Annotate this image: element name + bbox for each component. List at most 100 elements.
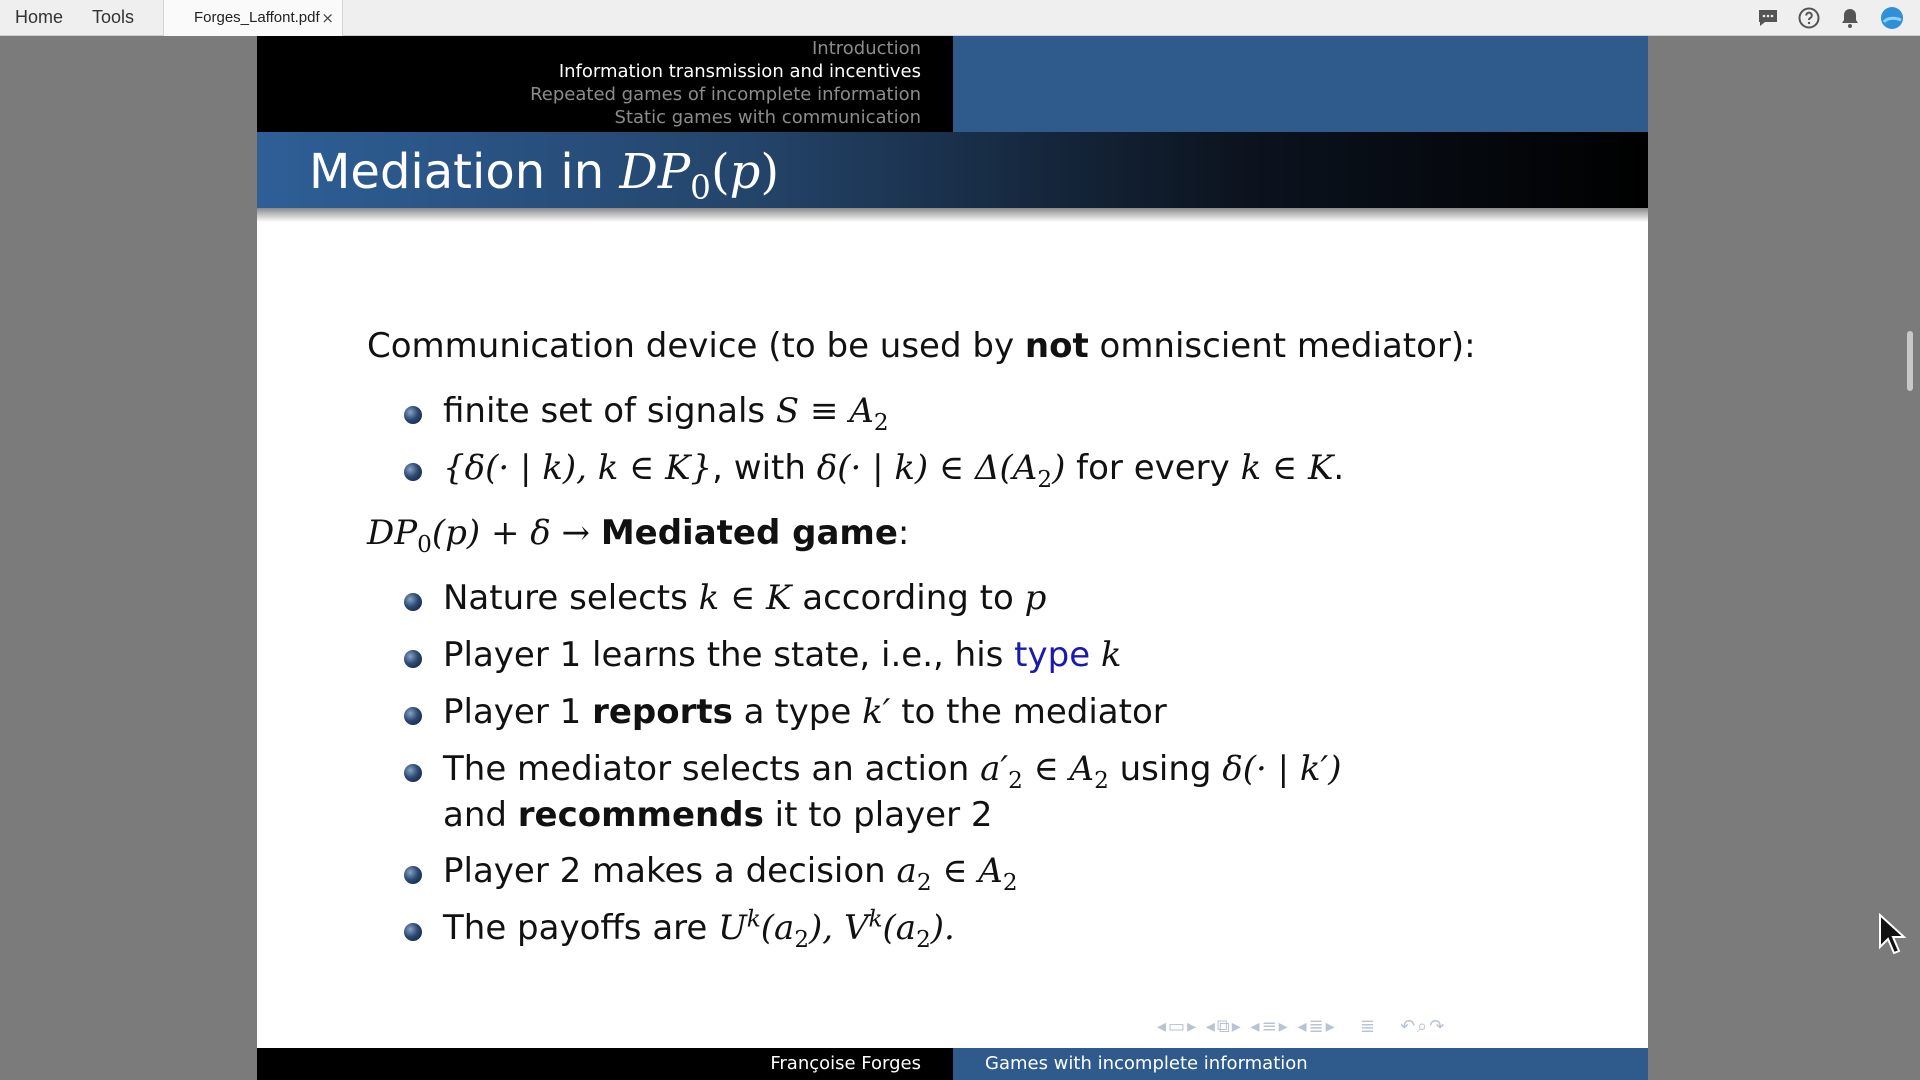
m2-math-k: k — [1090, 635, 1122, 675]
m5-math-in: ∈ A — [931, 851, 1003, 891]
section-introduction[interactable]: Introduction — [812, 38, 921, 60]
m1-text-c: according to — [791, 578, 1025, 618]
list-item: The mediator selects an action a′2 ∈ A2 … — [443, 749, 1342, 792]
m6-math-U: U — [718, 908, 747, 948]
section-repeated-games[interactable]: Repeated games of incomplete information — [530, 84, 921, 106]
cursor-icon — [1879, 913, 1907, 955]
nav-tools[interactable]: Tools — [92, 0, 134, 35]
slide-icon[interactable]: ▭ — [1168, 1016, 1187, 1037]
footer-author-panel: Françoise Forges — [257, 1048, 953, 1080]
intro-text-a: Communication device (to be used by — [367, 326, 1025, 366]
b2-math-d: ) — [1052, 448, 1066, 488]
title-math: DP — [619, 144, 691, 200]
document-viewer[interactable]: Introduction Information transmission an… — [0, 36, 1920, 1080]
m1-math-d: p — [1024, 578, 1047, 618]
pdf-page: Introduction Information transmission an… — [257, 36, 1648, 1080]
m6-sub2: 2 — [916, 926, 931, 953]
m4-text-a: The mediator selects an action — [443, 749, 981, 789]
m4-sub: 2 — [1008, 767, 1023, 794]
b1-text: finite set of signals — [443, 391, 776, 431]
m6-text-a: The payoffs are — [443, 908, 719, 948]
nav-slide-left-icon[interactable]: ◂ — [1157, 1016, 1168, 1037]
bell-icon[interactable] — [1838, 6, 1862, 30]
list-item: finite set of signals S ≡ A2 — [443, 391, 889, 434]
type-link[interactable]: type — [1014, 635, 1090, 675]
m5-math-a: a — [896, 851, 917, 891]
nav-subsection-right-icon[interactable]: ▸ — [1279, 1016, 1290, 1037]
m4-bold: recommends — [517, 795, 764, 835]
m1-text-a: Nature selects — [443, 578, 699, 618]
b2-math-a: {δ(· | k), k ∈ K} — [443, 448, 713, 488]
search-icon[interactable]: ⌕ — [1417, 1016, 1429, 1037]
nav-slide-right-icon[interactable]: ▸ — [1187, 1016, 1198, 1037]
b2-text-b: , with — [712, 448, 817, 488]
profile-icon[interactable] — [1880, 6, 1904, 30]
bullet-marker — [404, 764, 422, 782]
m3-text-c: to the mediator — [890, 692, 1167, 732]
m4-math-in: ∈ A — [1022, 749, 1095, 789]
forward-icon[interactable]: ↷ — [1429, 1016, 1446, 1037]
nav-home[interactable]: Home — [15, 0, 63, 35]
m6-sup-k2: k — [868, 906, 883, 933]
m4-text-using: using — [1108, 749, 1223, 789]
footer-title-panel: Games with incomplete information — [953, 1048, 1648, 1080]
list-item: Player 1 reports a type k′ to the mediat… — [443, 692, 1167, 732]
m6-arg1: (a — [760, 908, 795, 948]
dp-rest: (p) + δ → — [431, 513, 601, 553]
m6-math-V: V — [843, 908, 869, 948]
dp-bold: Mediated game — [600, 513, 898, 553]
beamer-navigation-controls: ◂▭▸ ◂⧉▸ ◂≡▸ ◂≣▸ ≣ ↶⌕↷ — [1157, 1016, 1446, 1046]
nav-section-right-icon[interactable]: ▸ — [1326, 1016, 1337, 1037]
intro-text-b: omniscient mediator): — [1088, 326, 1476, 366]
frame-title-bar: Mediation in DP0(p) — [257, 132, 1648, 208]
m5-text-a: Player 2 makes a decision — [443, 851, 897, 891]
document-tab[interactable]: Forges_Laffont.pdf × — [163, 0, 343, 36]
frame-icon[interactable]: ⧉ — [1217, 1016, 1232, 1037]
scrollbar-thumb[interactable] — [1907, 331, 1913, 391]
nav-section-left-icon[interactable]: ◂ — [1297, 1016, 1308, 1037]
bullet-marker — [404, 650, 422, 668]
title-shadow — [257, 208, 1648, 222]
document-icon[interactable]: ≣ — [1344, 1016, 1392, 1037]
section-static-games[interactable]: Static games with communication — [615, 107, 921, 129]
header-accent-panel — [953, 36, 1648, 132]
m6-close1: ), — [809, 908, 844, 948]
bullet-marker — [404, 463, 422, 481]
nav-frame-right-icon[interactable]: ▸ — [1232, 1016, 1243, 1037]
help-icon[interactable] — [1797, 6, 1821, 30]
comment-icon[interactable] — [1756, 6, 1780, 30]
nav-subsection-left-icon[interactable]: ◂ — [1251, 1016, 1262, 1037]
section-navigation: Introduction Information transmission an… — [257, 36, 953, 132]
m4-sub2: 2 — [1094, 767, 1109, 794]
close-icon[interactable]: × — [321, 0, 334, 36]
m4-line2-b: it to player 2 — [763, 795, 993, 835]
communication-device-line: Communication device (to be used by not … — [367, 326, 1476, 366]
footer-title: Games with incomplete information — [985, 1053, 1308, 1074]
m6-close2: ). — [930, 908, 955, 948]
m6-sup-k1: k — [746, 906, 761, 933]
m3-bold: reports — [592, 692, 733, 732]
section-information-transmission[interactable]: Information transmission and incentives — [559, 61, 921, 83]
m4-math-delta: δ(· | k′) — [1222, 749, 1342, 789]
title-subscript: 0 — [690, 168, 711, 207]
bullet-marker — [404, 406, 422, 424]
dp-sub: 0 — [417, 531, 432, 558]
list-item-continuation: and recommends it to player 2 — [443, 795, 992, 835]
list-item: Player 1 learns the state, i.e., his typ… — [443, 635, 1122, 675]
b2-text-e: for every — [1065, 448, 1241, 488]
bullet-marker — [404, 707, 422, 725]
subsection-icon[interactable]: ≡ — [1262, 1016, 1279, 1037]
b1-math: S ≡ A — [775, 391, 874, 431]
m1-math-b: k ∈ K — [698, 578, 792, 618]
m4-line2-a: and — [443, 795, 518, 835]
section-icon[interactable]: ≣ — [1309, 1016, 1326, 1037]
nav-frame-left-icon[interactable]: ◂ — [1206, 1016, 1217, 1037]
list-item: Nature selects k ∈ K according to p — [443, 578, 1046, 618]
footer-author: Françoise Forges — [770, 1053, 921, 1074]
m4-math-a: a′ — [980, 749, 1009, 789]
m6-arg2: (a — [882, 908, 917, 948]
bullet-marker — [404, 593, 422, 611]
back-icon[interactable]: ↶ — [1400, 1016, 1417, 1037]
m5-sub2: 2 — [1002, 869, 1018, 896]
app-toolbar: Home Tools Forges_Laffont.pdf × — [0, 0, 1920, 36]
